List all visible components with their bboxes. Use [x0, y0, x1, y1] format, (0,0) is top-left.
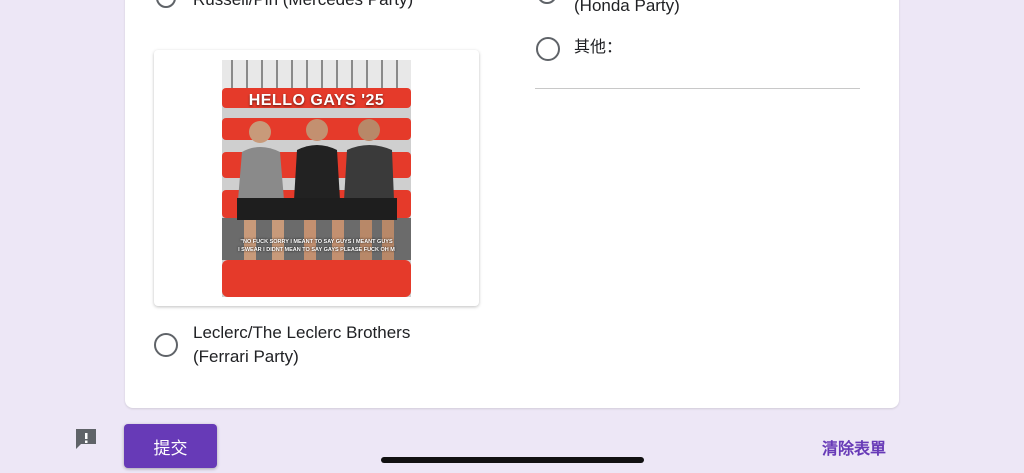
- photo-caption: HELLO GAYS '25: [248, 92, 385, 109]
- photo-subtitle: "NO FUCK SORRY I MEANT TO SAY GUYS I MEA…: [222, 238, 411, 254]
- radio-other[interactable]: [536, 37, 560, 61]
- option-label-russell: Russell/Pin (Mercedes Party): [193, 0, 413, 12]
- home-indicator[interactable]: [381, 457, 644, 463]
- report-feedback-icon[interactable]: [74, 428, 98, 450]
- option-photo: HELLO GAYS '25 "NO FUCK SORRY I MEANT TO…: [222, 60, 411, 297]
- option-label-leclerc-line1: Leclerc/The Leclerc Brothers: [193, 323, 411, 342]
- clear-form-button[interactable]: 清除表單: [822, 435, 886, 459]
- option-label-honda: (Honda Party): [574, 0, 680, 15]
- photo-subtitle-line2: I SWEAR I DIDNT MEAN TO SAY GAYS PLEASE …: [238, 247, 395, 253]
- other-text-input[interactable]: [535, 88, 860, 89]
- option-image-card: HELLO GAYS '25 "NO FUCK SORRY I MEANT TO…: [154, 50, 479, 306]
- option-label-other: 其他：: [574, 37, 623, 56]
- option-label-leclerc-line2: (Ferrari Party): [193, 347, 299, 366]
- submit-button[interactable]: 提交: [124, 424, 217, 468]
- photo-subtitle-line1: "NO FUCK SORRY I MEANT TO SAY GUYS I MEA…: [240, 239, 393, 245]
- radio-leclerc[interactable]: [154, 333, 178, 357]
